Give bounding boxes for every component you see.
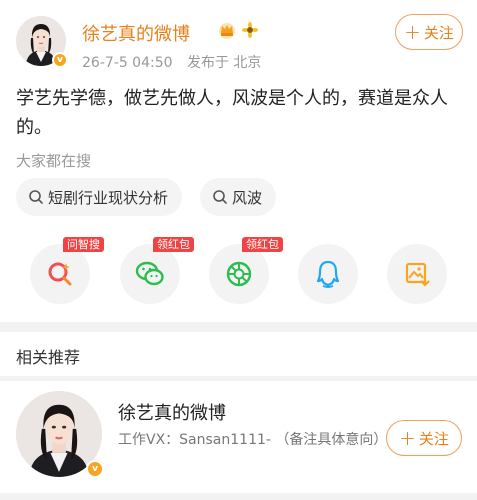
search-chip-label: 风波 — [232, 188, 263, 207]
share-wechat[interactable]: 领红包 — [120, 237, 194, 304]
search-chip-fengbo[interactable]: 风波 — [200, 178, 277, 216]
follow-label: 关注 — [418, 429, 449, 448]
share-row: 问智搜 领红包 领红包 — [0, 237, 477, 308]
post-header: v 徐艺真的微博 26-7-5 04:50 发布于 北京 + 关注 — [16, 12, 463, 74]
plus-icon: + — [399, 426, 416, 450]
recommend-name[interactable]: 徐艺真的微博 — [118, 399, 226, 425]
post-text: 学艺先学德，做艺先做人，风波是个人的，赛道是众人的。 — [16, 88, 448, 138]
qq-icon — [316, 260, 340, 288]
recommend-follow-button[interactable]: + 关注 — [386, 420, 462, 456]
sunflower-icon — [242, 22, 258, 38]
share-tag: 问智搜 — [63, 237, 104, 252]
recommend-card[interactable]: v 徐艺真的微博 工作VX：Sansan1111- （备注具体意向） + 关注 — [0, 381, 477, 493]
recommend-desc: 工作VX：Sansan1111- （备注具体意向） — [118, 432, 388, 448]
share-tag: 领红包 — [242, 237, 283, 252]
bottom-divider — [0, 493, 477, 500]
ai-search-icon — [48, 262, 72, 286]
author-name[interactable]: 徐艺真的微博 — [82, 20, 190, 46]
post-meta: 26-7-5 04:50 发布于 北京 — [82, 52, 271, 72]
share-save-image[interactable] — [387, 244, 447, 304]
plus-icon: + — [404, 20, 421, 44]
share-tag: 领红包 — [153, 237, 194, 252]
share-moments[interactable]: 领红包 — [209, 237, 283, 304]
wechat-icon — [135, 261, 164, 286]
share-ask-search[interactable]: 问智搜 — [30, 237, 104, 304]
search-chip-label: 短剧行业现状分析 — [48, 188, 169, 207]
verified-badge-icon: v — [86, 460, 104, 478]
crown-icon — [219, 23, 235, 39]
search-icon — [29, 190, 43, 204]
search-chip-industry[interactable]: 短剧行业现状分析 — [16, 178, 183, 216]
search-icon — [213, 190, 227, 204]
follow-button[interactable]: + 关注 — [395, 14, 463, 50]
section-divider — [0, 322, 477, 332]
moments-icon — [226, 261, 252, 287]
post-location: 发布于 北京 — [186, 55, 262, 71]
save-image-icon — [405, 262, 430, 287]
verified-badge-icon: v — [52, 52, 68, 68]
recommend-title: 相关推荐 — [16, 348, 81, 367]
trending-search-title: 大家都在搜 — [16, 152, 92, 170]
post-date: 26-7-5 04:50 — [82, 55, 173, 71]
share-qq[interactable] — [298, 244, 358, 304]
follow-label: 关注 — [423, 23, 454, 42]
